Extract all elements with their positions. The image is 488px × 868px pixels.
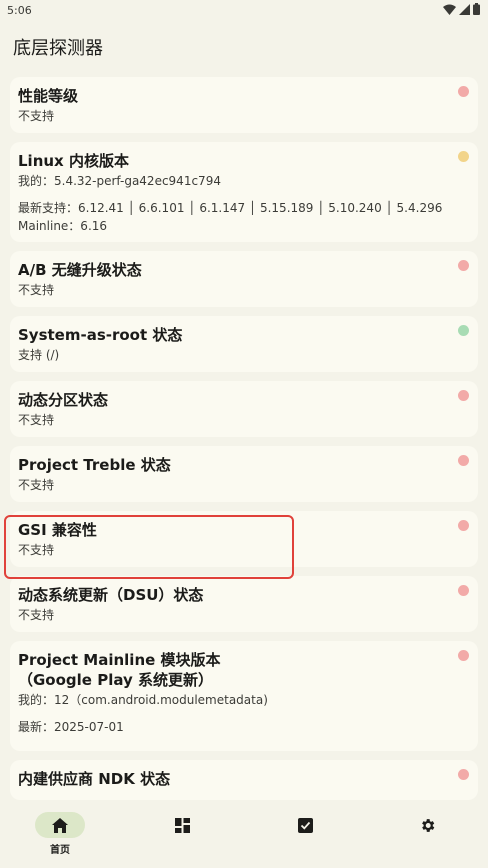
status-dot — [458, 325, 469, 336]
card-title: A/B 无缝升级状态 — [18, 261, 142, 279]
status-bar: 5:06 — [0, 0, 488, 22]
card-value: 不支持 — [18, 413, 55, 427]
info-card[interactable]: Linux 内核版本我的：5.4.32-perf-ga42ec941c794 最新… — [10, 142, 478, 242]
nav-home[interactable]: 首页 — [30, 812, 90, 856]
info-card[interactable]: 性能等级 不支持 — [10, 77, 478, 133]
highlight-box — [4, 515, 294, 579]
card-title: 动态系统更新（DSU）状态 — [18, 586, 204, 604]
battery-icon — [473, 3, 480, 15]
card-title: Project Treble 状态 — [18, 456, 171, 474]
info-card[interactable]: 动态系统更新（DSU）状态不支持 — [10, 576, 478, 632]
info-card[interactable]: 内建供应商 NDK 状态 — [10, 760, 478, 800]
status-dot — [458, 520, 469, 531]
info-card[interactable]: System-as-root 状态支持 (/) — [10, 316, 478, 372]
status-dot — [458, 650, 469, 661]
info-card[interactable]: A/B 无缝升级状态不支持 — [10, 251, 478, 307]
nav-settings[interactable] — [397, 812, 457, 838]
card-value: 不支持 — [18, 283, 55, 297]
status-dot — [458, 455, 469, 466]
card-value: 不支持 — [18, 608, 55, 622]
info-card[interactable]: Project Treble 状态不支持 — [10, 446, 478, 502]
nav-checklist[interactable] — [275, 812, 335, 838]
status-dot — [458, 390, 469, 401]
probe-list: 性能等级不支持 Linux 内核版本我的：5.4.32-perf-ga42ec94… — [10, 77, 478, 800]
status-dot — [458, 769, 469, 780]
settings-icon — [421, 818, 434, 832]
page-title: 底层探测器 — [13, 38, 103, 59]
info-card[interactable]: Project Mainline 模块版本 （Google Play 系统更新）… — [10, 641, 478, 751]
card-value: 不支持 — [18, 109, 55, 123]
dashboard-icon — [174, 817, 190, 833]
card-value: 我的：5.4.32-perf-ga42ec941c794 — [18, 174, 221, 188]
signal-icon — [459, 3, 470, 15]
status-dot — [458, 260, 469, 271]
nav-home-label: 首页 — [50, 845, 70, 856]
bottom-navigation: 首页 — [0, 804, 488, 868]
card-title: System-as-root 状态 — [18, 326, 183, 344]
card-detail: Mainline：6.16 — [18, 219, 108, 233]
card-title: 动态分区状态 — [18, 391, 109, 409]
nav-dashboard[interactable] — [152, 812, 212, 838]
status-dot — [458, 86, 469, 97]
card-detail: 最新支持：6.12.41 │ 6.6.101 │ 6.1.147 │ 5.15.… — [18, 201, 443, 215]
card-value: 不支持 — [18, 478, 55, 492]
status-time: 5:06 — [7, 4, 32, 17]
status-dot — [458, 585, 469, 596]
card-title: Linux 内核版本 — [18, 152, 129, 170]
card-detail: 最新：2025-07-01 — [18, 720, 124, 734]
card-title: 内建供应商 NDK 状态 — [18, 770, 171, 788]
card-value: 我的：12（com.android.modulemetadata) — [18, 693, 268, 707]
info-card[interactable]: 动态分区状态 不支持 — [10, 381, 478, 437]
card-title: Project Mainline 模块版本 （Google Play 系统更新） — [18, 651, 221, 689]
home-icon — [52, 817, 68, 833]
card-title: 性能等级 — [18, 87, 79, 105]
status-dot — [458, 151, 469, 162]
card-value: 支持 (/) — [18, 348, 60, 362]
wifi-icon — [443, 4, 456, 15]
checkbox-icon — [297, 817, 313, 833]
